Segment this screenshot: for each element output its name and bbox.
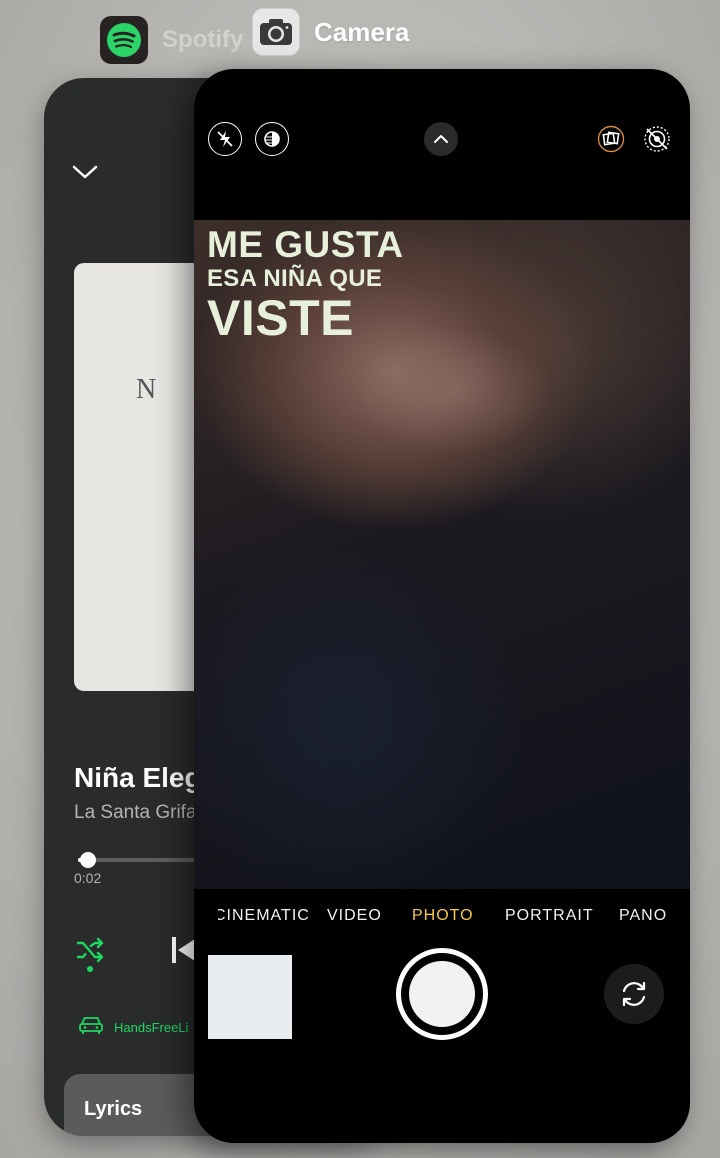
shutter-inner [409,961,475,1027]
track-title: Niña Eleg [74,762,202,793]
live-photo-icon[interactable] [594,122,628,156]
chevron-up-icon[interactable] [424,122,458,156]
spotify-app-name: Spotify [162,26,244,53]
camera-app-label[interactable]: Camera [252,8,409,56]
flip-camera-icon[interactable] [604,964,664,1024]
caption-line-3: VISTE [207,290,354,346]
mode-photo[interactable]: PHOTO [412,907,474,925]
mode-video[interactable]: VIDEO [327,907,382,925]
mode-pano[interactable]: PANO [619,907,667,925]
shuffle-icon[interactable] [74,934,106,966]
last-photo-thumbnail[interactable] [208,955,292,1039]
lyrics-label: Lyrics [84,1098,143,1120]
live-off-icon[interactable] [640,122,674,156]
shutter-button[interactable] [396,948,488,1040]
caption-line-2: ESA NIÑA QUE [207,265,383,292]
camera-icon [252,8,300,56]
spotify-icon [100,16,148,64]
elapsed-time: 0:02 [74,870,102,886]
mode-portrait[interactable]: PORTRAIT [505,907,594,925]
mode-cinematic[interactable]: CINEMATIC [218,907,310,925]
camera-app-card[interactable]: ME GUSTA ESA NIÑA QUE VISTE CINEMATIC VI… [194,69,690,1143]
artist-name[interactable]: La Santa Grifa [74,802,197,824]
progress-knob[interactable] [80,852,96,868]
night-mode-icon[interactable] [255,122,289,156]
shuffle-active-dot [87,966,93,972]
album-art-text: N [136,374,159,405]
camera-mode-selector[interactable]: CINEMATIC VIDEO PHOTO PORTRAIT PANO [194,907,690,927]
camera-app-name: Camera [314,16,410,47]
device-name: HandsFreeLi [114,1020,189,1035]
car-icon [78,1014,104,1041]
connected-device[interactable]: HandsFreeLi [78,1014,188,1041]
spotify-app-label[interactable]: Spotify [100,16,243,64]
chevron-down-icon[interactable] [70,162,100,182]
viewfinder-caption: ME GUSTA ESA NIÑA QUE VISTE [207,226,404,343]
camera-viewfinder[interactable]: ME GUSTA ESA NIÑA QUE VISTE [194,220,690,889]
caption-line-1: ME GUSTA [207,224,404,265]
flash-off-icon[interactable] [208,122,242,156]
